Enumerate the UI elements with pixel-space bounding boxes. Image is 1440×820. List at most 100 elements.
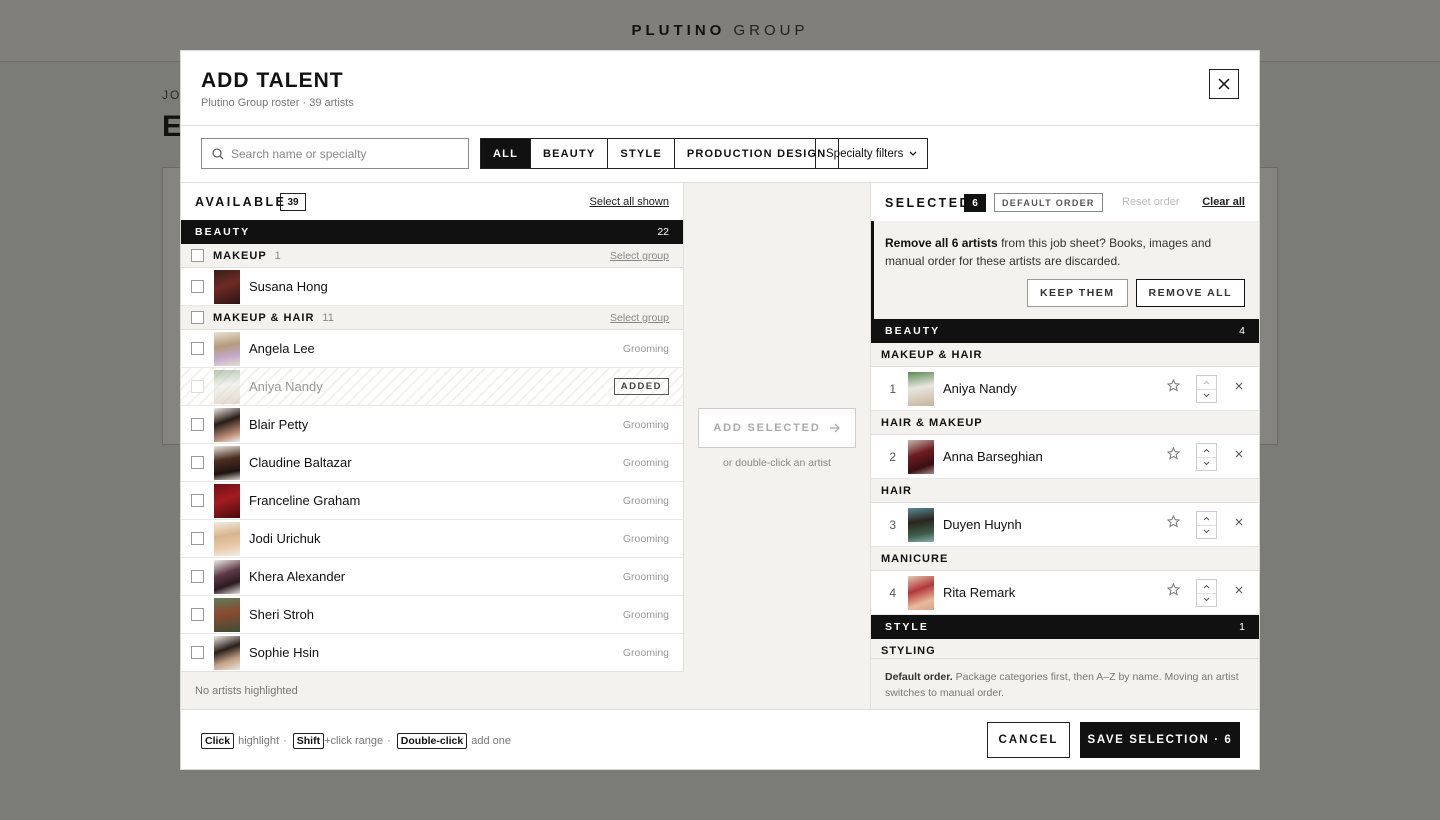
tab-style[interactable]: STYLE [607, 139, 673, 168]
specialty-filters-label: Specialty filters [826, 147, 904, 160]
order-number: 2 [889, 449, 896, 464]
artist-specialty: Grooming [622, 646, 669, 659]
move-down-button[interactable] [1197, 594, 1216, 607]
star-icon[interactable] [1167, 583, 1180, 596]
chevron-down-icon [909, 151, 917, 156]
row-checkbox[interactable] [191, 570, 204, 583]
arrow-right-icon [829, 423, 840, 433]
close-button[interactable] [1209, 69, 1239, 99]
double-click-hint: or double-click an artist [723, 457, 831, 469]
move-up-button[interactable] [1197, 580, 1216, 594]
remove-icon[interactable] [1235, 450, 1243, 458]
avatar [214, 269, 240, 304]
cancel-button[interactable]: CANCEL [987, 722, 1070, 758]
row-checkbox[interactable] [191, 280, 204, 293]
artist-name: Jodi Urichuk [249, 531, 321, 546]
tab-beauty[interactable]: BEAUTY [529, 139, 607, 168]
artist-name: Aniya Nandy [249, 379, 323, 394]
save-selection-button[interactable]: SAVE SELECTION · 6 [1080, 722, 1240, 758]
avatar [214, 521, 240, 556]
group-checkbox[interactable] [191, 311, 204, 324]
chevron-down-icon [1203, 393, 1210, 398]
move-down-button[interactable] [1197, 458, 1216, 471]
list-item[interactable]: Franceline Graham Grooming [181, 482, 683, 520]
selected-title: SELECTED [885, 196, 971, 210]
row-checkbox[interactable] [191, 418, 204, 431]
order-stepper[interactable] [1196, 375, 1217, 403]
tab-production-design[interactable]: PRODUCTION DESIGN [673, 139, 839, 168]
list-item[interactable]: Blair Petty Grooming [181, 406, 683, 444]
avatar [214, 369, 240, 404]
remove-icon[interactable] [1235, 586, 1243, 594]
avatar [908, 507, 934, 542]
specialty-filters-dropdown[interactable]: Specialty filters [815, 138, 929, 169]
keep-them-button[interactable]: KEEP THEM [1026, 279, 1128, 307]
remove-all-button[interactable]: REMOVE ALL [1135, 279, 1245, 307]
list-item[interactable]: Jodi Urichuk Grooming [181, 520, 683, 558]
row-checkbox[interactable] [191, 456, 204, 469]
row-checkbox[interactable] [191, 608, 204, 621]
artist-name: Susana Hong [249, 279, 328, 294]
add-talent-modal: ADD TALENT Plutino Group roster · 39 art… [180, 50, 1260, 770]
order-stepper[interactable] [1196, 443, 1217, 471]
artist-name: Franceline Graham [249, 493, 361, 508]
select-all-shown-link[interactable]: Select all shown [590, 196, 670, 208]
list-item[interactable]: Angela Lee Grooming [181, 330, 683, 368]
list-item[interactable]: Sophie Hsin Grooming [181, 634, 683, 672]
select-group-link[interactable]: Select group [610, 312, 669, 324]
move-up-button[interactable] [1197, 376, 1216, 390]
available-count-badge: 39 [280, 193, 306, 211]
artist-specialty: Grooming [622, 456, 669, 469]
add-selected-button[interactable]: ADD SELECTED [698, 408, 856, 448]
search-box[interactable] [201, 138, 469, 169]
selected-group-header: MAKEUP & HAIR [871, 343, 1259, 367]
move-down-button[interactable] [1197, 526, 1216, 539]
star-icon[interactable] [1167, 515, 1180, 528]
selected-count-badge: 6 [964, 194, 986, 212]
brand-logo: PLUTINO GROUP [631, 22, 809, 39]
remove-icon[interactable] [1235, 518, 1243, 526]
row-checkbox[interactable] [191, 646, 204, 659]
chevron-up-icon [1203, 448, 1210, 453]
order-number: 4 [889, 585, 896, 600]
row-checkbox [191, 380, 204, 393]
group-checkbox[interactable] [191, 249, 204, 262]
section-header-beauty: BEAUTY 22 [181, 220, 683, 244]
star-icon[interactable] [1167, 447, 1180, 460]
selected-item[interactable]: 1 Aniya Nandy [871, 367, 1259, 411]
chevron-up-icon [1203, 584, 1210, 589]
order-number: 3 [889, 517, 896, 532]
list-item[interactable]: Claudine Baltazar Grooming [181, 444, 683, 482]
move-up-button[interactable] [1197, 512, 1216, 526]
star-icon[interactable] [1167, 379, 1180, 392]
list-item[interactable]: Susana Hong [181, 268, 683, 306]
row-checkbox[interactable] [191, 494, 204, 507]
selected-item[interactable]: 4 Rita Remark [871, 571, 1259, 615]
added-badge: ADDED [613, 378, 669, 395]
artist-name: Anna Barseghian [943, 449, 1043, 464]
selected-item[interactable]: 2 Anna Barseghian [871, 435, 1259, 479]
move-down-button[interactable] [1197, 390, 1216, 403]
group-count: 1 [274, 249, 281, 262]
avatar [214, 331, 240, 366]
selected-item[interactable]: 3 Duyen Huynh [871, 503, 1259, 547]
artist-specialty: Grooming [622, 608, 669, 621]
category-tabs: ALL BEAUTY STYLE PRODUCTION DESIGN [480, 138, 840, 169]
artist-name: Angela Lee [249, 341, 315, 356]
move-up-button[interactable] [1197, 444, 1216, 458]
order-stepper[interactable] [1196, 579, 1217, 607]
artist-specialty: Grooming [622, 418, 669, 431]
order-stepper[interactable] [1196, 511, 1217, 539]
artist-specialty: Grooming [622, 532, 669, 545]
remove-all-confirmation: Remove all 6 artists from this job sheet… [871, 221, 1259, 319]
search-input[interactable] [231, 146, 451, 161]
row-checkbox[interactable] [191, 342, 204, 355]
remove-icon[interactable] [1235, 382, 1243, 390]
row-checkbox[interactable] [191, 532, 204, 545]
select-group-link[interactable]: Select group [610, 250, 669, 262]
list-item[interactable]: Sheri Stroh Grooming [181, 596, 683, 634]
add-selected-label: ADD SELECTED [713, 422, 821, 434]
clear-all-link[interactable]: Clear all [1202, 196, 1245, 208]
tab-all[interactable]: ALL [481, 139, 530, 168]
list-item[interactable]: Khera Alexander Grooming [181, 558, 683, 596]
